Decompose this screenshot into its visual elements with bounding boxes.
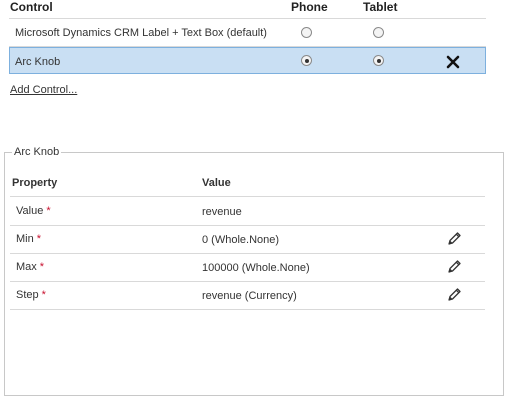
control-column-header: Control (10, 0, 53, 14)
phone-column-header: Phone (291, 0, 328, 14)
required-marker: * (46, 205, 51, 217)
pencil-icon[interactable] (446, 231, 462, 247)
property-value-step: revenue (Currency) (202, 290, 297, 302)
properties-group-title: Arc Knob (14, 146, 60, 158)
property-name-step: Step * (16, 289, 46, 301)
property-name-max: Max * (16, 261, 45, 273)
row-divider (10, 309, 485, 310)
property-name-min: Min * (16, 233, 42, 245)
tablet-radio-arc-knob[interactable] (373, 55, 384, 66)
tablet-column-header: Tablet (363, 0, 398, 14)
close-x-icon[interactable] (446, 55, 460, 69)
property-column-header: Property (12, 177, 58, 189)
tablet-radio-default[interactable] (373, 27, 384, 38)
row-divider (10, 253, 485, 254)
pencil-icon[interactable] (446, 259, 462, 275)
required-marker: * (41, 289, 46, 301)
row-divider (10, 281, 485, 282)
add-control-link[interactable]: Add Control... (10, 84, 77, 96)
control-row-label: Arc Knob (15, 56, 61, 68)
value-column-header: Value (202, 177, 231, 189)
control-row-arc-knob[interactable] (9, 47, 486, 74)
phone-radio-default[interactable] (301, 27, 312, 38)
required-marker: * (36, 233, 42, 245)
pencil-icon[interactable] (446, 287, 462, 303)
properties-header-divider (10, 196, 485, 197)
property-value-value: revenue (202, 206, 242, 218)
control-row-label: Microsoft Dynamics CRM Label + Text Box … (15, 27, 267, 39)
row-divider (10, 225, 485, 226)
property-name-value: Value * (16, 205, 51, 217)
property-value-max: 100000 (Whole.None) (202, 262, 310, 274)
phone-radio-arc-knob[interactable] (301, 55, 312, 66)
property-value-min: 0 (Whole.None) (202, 234, 280, 246)
required-marker: * (39, 261, 45, 273)
